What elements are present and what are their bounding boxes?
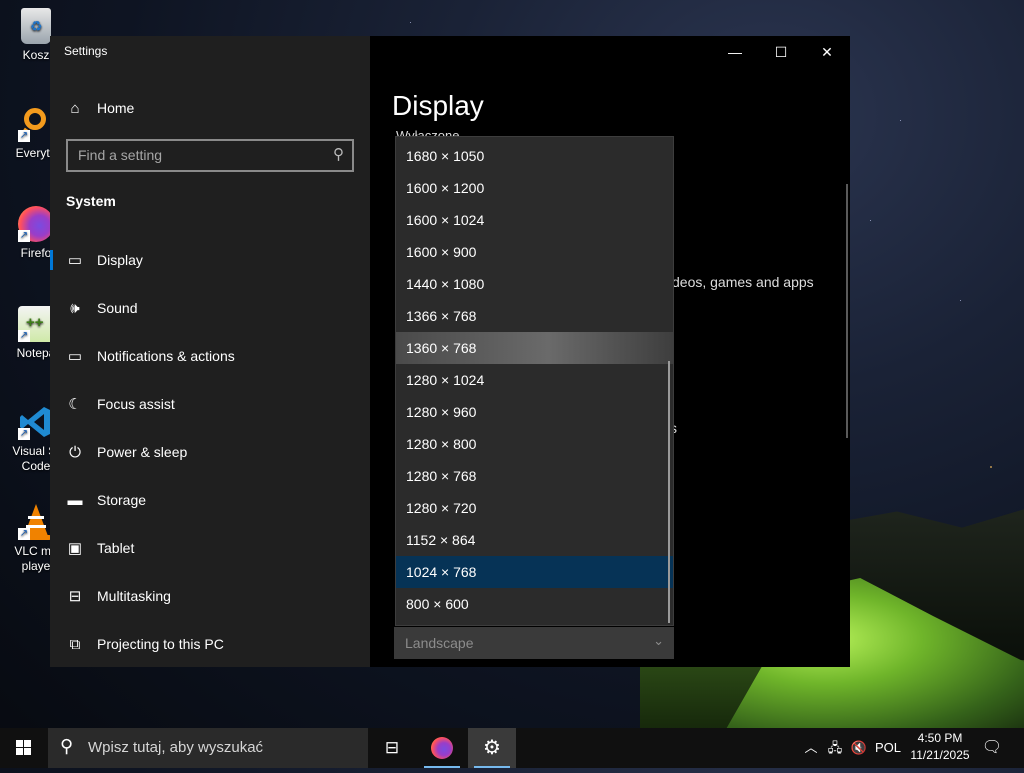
shortcut-arrow-icon: ↗ [18, 230, 30, 242]
taskbar-clock[interactable]: 4:50 PM 11/21/2025 [904, 730, 976, 764]
clock-date: 11/21/2025 [910, 748, 970, 762]
page-title: Display [392, 90, 484, 121]
taskbar: ⚲ Wpisz tutaj, aby wyszukać ⊟ ⚙ ︿ 🖧 🔇 PO… [0, 728, 1024, 768]
nav-home[interactable]: ⌂ Home [50, 86, 370, 130]
resolution-option[interactable]: 1440 × 1080 [396, 268, 673, 300]
notepad-plus-plus-icon: ++ ↗ [18, 306, 54, 342]
clock-time: 4:50 PM [917, 731, 963, 745]
shortcut-arrow-icon: ↗ [18, 330, 30, 342]
speaker-icon: 🕪 [70, 299, 80, 317]
action-center-button[interactable]: 🗨 [978, 728, 1006, 768]
search-icon: ⚲ [333, 146, 344, 163]
task-view-button[interactable]: ⊟ [368, 728, 416, 768]
nav-item-label: Power & sleep [97, 444, 188, 460]
vscode-icon: ↗ [18, 404, 54, 440]
chevron-up-icon: ︿ [804, 740, 818, 755]
resolution-option[interactable]: 1600 × 900 [396, 236, 673, 268]
chevron-down-icon: ⌄ [653, 633, 664, 648]
maximize-button[interactable]: ☐ [758, 36, 804, 68]
volume-muted-icon: 🔇 [850, 740, 868, 755]
shortcut-arrow-icon: ↗ [18, 528, 30, 540]
nav-item-display[interactable]: ▭ Display [50, 238, 370, 282]
nav-item-notifications[interactable]: ▭ Notifications & actions [50, 334, 370, 378]
resolution-option[interactable]: 1280 × 800 [396, 428, 673, 460]
nav-item-label: Sound [97, 300, 138, 316]
shortcut-arrow-icon: ↗ [18, 130, 30, 142]
input-language-button[interactable]: POL [872, 728, 904, 768]
monitor-icon: ▭ [67, 252, 83, 269]
resolution-option[interactable]: 1600 × 1024 [396, 204, 673, 236]
nav-item-label: Focus assist [97, 396, 175, 412]
nav-item-label: Notifications & actions [97, 348, 235, 364]
nav-home-label: Home [97, 100, 135, 116]
minimize-button[interactable]: — [712, 36, 758, 68]
firefox-icon: ↗ [18, 206, 54, 242]
nav-item-label: Multitasking [97, 588, 171, 604]
settings-nav-pane: Settings ⌂ Home Find a setting ⚲ System … [50, 36, 370, 667]
resolution-option[interactable]: 1280 × 768 [396, 460, 673, 492]
firefox-icon [431, 737, 453, 759]
recycle-bin-icon: ♻ [21, 8, 51, 44]
close-button[interactable]: ✕ [804, 36, 850, 68]
windows-logo-icon [16, 740, 31, 755]
tablet-icon: ▣ [67, 540, 83, 557]
orientation-select[interactable]: Landscape ⌄ [394, 627, 674, 659]
find-setting-placeholder: Find a setting [78, 147, 163, 163]
resolution-option-hovered[interactable]: 1360 × 768 [396, 332, 673, 364]
home-icon: ⌂ [70, 99, 80, 117]
resolution-dropdown-list: 1680 × 1050 1600 × 1200 1600 × 1024 1600… [395, 136, 674, 626]
nav-item-tablet[interactable]: ▣ Tablet [50, 526, 370, 570]
resolution-option[interactable]: 1280 × 960 [396, 396, 673, 428]
gear-icon: ⚙ [483, 737, 501, 759]
resolution-option[interactable]: 1280 × 1024 [396, 364, 673, 396]
taskbar-firefox[interactable] [418, 728, 466, 768]
resolution-option[interactable]: 1280 × 720 [396, 492, 673, 524]
multitasking-icon: ⊟ [68, 588, 82, 605]
taskbar-settings[interactable]: ⚙ [468, 728, 516, 768]
nav-item-storage[interactable]: ▬ Storage [50, 478, 370, 522]
network-button[interactable]: 🖧 [824, 728, 846, 768]
notification-icon: 🗨 [981, 739, 1003, 756]
nav-item-label: Display [97, 252, 143, 268]
resolution-option[interactable]: 1152 × 864 [396, 524, 673, 556]
volume-button[interactable]: 🔇 [848, 728, 870, 768]
resolution-option[interactable]: 1680 × 1050 [396, 140, 673, 172]
start-button[interactable] [0, 728, 48, 768]
moon-icon: ☾ [68, 396, 82, 413]
vlc-icon: ↗ [18, 504, 54, 540]
search-icon: ⚲ [60, 736, 74, 756]
everything-search-icon: ↗ [18, 106, 54, 142]
find-setting-input[interactable]: Find a setting ⚲ [66, 139, 354, 172]
resolution-option[interactable]: 1366 × 768 [396, 300, 673, 332]
shortcut-arrow-icon: ↗ [18, 428, 30, 440]
orientation-value: Landscape [405, 635, 474, 651]
projecting-icon: ⧉ [69, 635, 81, 653]
show-hidden-icons-button[interactable]: ︿ [800, 728, 822, 768]
taskbar-search-placeholder: Wpisz tutaj, aby wyszukać [88, 739, 264, 756]
notifications-icon: ▭ [67, 348, 83, 365]
resolution-option[interactable]: 800 × 600 [396, 588, 673, 620]
nav-item-sound[interactable]: 🕪 Sound [50, 286, 370, 330]
nav-item-label: Projecting to this PC [97, 636, 224, 652]
network-icon: 🖧 [827, 740, 843, 755]
nav-item-projecting[interactable]: ⧉ Projecting to this PC [50, 622, 370, 666]
nav-item-label: Tablet [97, 540, 135, 556]
taskbar-search-box[interactable]: ⚲ Wpisz tutaj, aby wyszukać [48, 728, 368, 768]
content-scrollbar[interactable] [846, 184, 848, 438]
nav-item-label: Storage [97, 492, 147, 508]
resolution-option[interactable]: 1600 × 1200 [396, 172, 673, 204]
section-heading: System [66, 193, 116, 209]
dropdown-scrollbar[interactable] [668, 361, 670, 623]
background-setting-text: deos, games and apps [672, 274, 814, 290]
resolution-option-selected[interactable]: 1024 × 768 [396, 556, 673, 588]
storage-icon: ▬ [67, 491, 83, 509]
nav-item-power-sleep[interactable]: ⏻ Power & sleep [50, 430, 370, 474]
nav-item-focus-assist[interactable]: ☾ Focus assist [50, 382, 370, 426]
nav-item-multitasking[interactable]: ⊟ Multitasking [50, 574, 370, 618]
power-icon: ⏻ [69, 443, 81, 461]
window-title: Settings [64, 44, 108, 58]
task-view-icon: ⊟ [384, 738, 400, 757]
